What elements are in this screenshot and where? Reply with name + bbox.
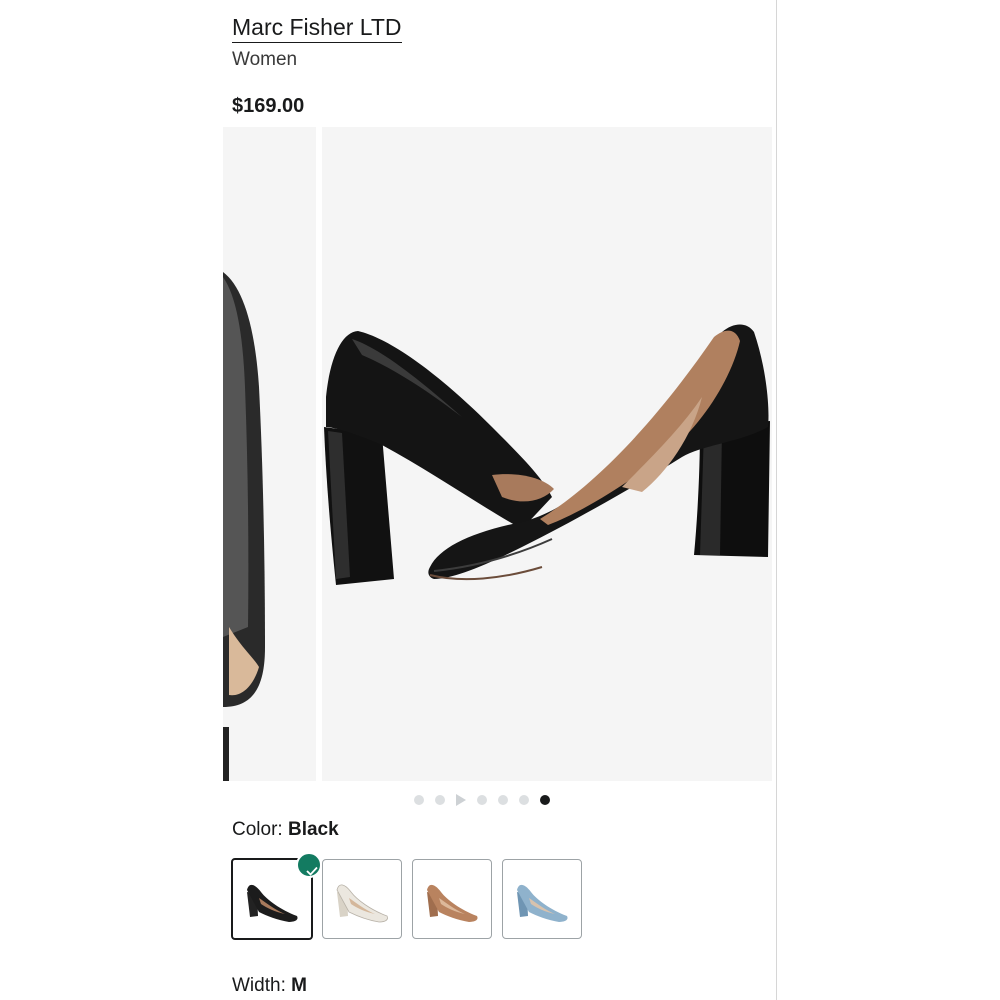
gallery-dot[interactable]	[477, 795, 487, 805]
product-image-gallery[interactable]	[223, 127, 772, 781]
panel-divider	[776, 0, 777, 1000]
color-swatch-blue[interactable]	[502, 859, 582, 939]
gallery-pagination	[414, 794, 550, 806]
gallery-dot[interactable]	[519, 795, 529, 805]
brand-link[interactable]: Marc Fisher LTD	[232, 13, 402, 43]
color-swatch-tan[interactable]	[412, 859, 492, 939]
black-shoe-thumbnail	[247, 884, 298, 922]
width-label: Width:	[232, 975, 286, 996]
color-label: Color:	[232, 819, 283, 840]
blue-shoe-thumbnail	[517, 884, 568, 922]
gallery-dot[interactable]	[498, 795, 508, 805]
color-swatch-black[interactable]	[231, 852, 322, 940]
gallery-dot-active[interactable]	[540, 795, 550, 805]
previous-product-image[interactable]	[223, 127, 316, 781]
video-play-icon[interactable]	[456, 794, 466, 806]
color-swatch-white[interactable]	[322, 859, 402, 939]
product-price: $169.00	[232, 95, 305, 117]
selected-width: M	[291, 975, 307, 996]
selected-color-name: Black	[287, 819, 339, 840]
product-category: Women	[232, 49, 298, 70]
gallery-dot[interactable]	[414, 795, 424, 805]
gallery-dot[interactable]	[435, 795, 445, 805]
shoe-closeup-image	[223, 272, 265, 781]
width-selector-label: Width: M	[232, 974, 307, 998]
color-selector-label: Color: Black	[232, 818, 339, 842]
selected-check-icon	[296, 852, 322, 878]
current-product-image[interactable]	[322, 127, 772, 781]
tan-shoe-thumbnail	[427, 884, 478, 922]
white-shoe-thumbnail	[336, 884, 388, 923]
black-pumps-image	[324, 324, 770, 585]
